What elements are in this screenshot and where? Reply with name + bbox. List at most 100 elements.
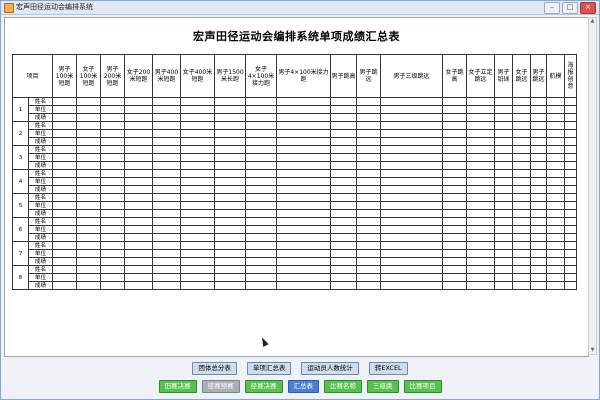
table-cell[interactable] bbox=[494, 97, 514, 106]
table-cell[interactable] bbox=[546, 201, 566, 210]
table-cell[interactable] bbox=[100, 177, 126, 186]
table-cell[interactable] bbox=[214, 113, 247, 122]
table-cell[interactable] bbox=[564, 193, 578, 202]
table-cell[interactable] bbox=[442, 97, 468, 106]
table-cell[interactable] bbox=[76, 209, 102, 218]
table-cell[interactable] bbox=[466, 257, 496, 266]
table-cell[interactable] bbox=[180, 249, 216, 258]
table-cell[interactable] bbox=[276, 185, 332, 194]
table-cell[interactable] bbox=[442, 241, 468, 250]
table-cell[interactable] bbox=[564, 121, 578, 130]
table-cell[interactable] bbox=[52, 273, 78, 282]
table-cell[interactable] bbox=[276, 113, 332, 122]
table-cell[interactable] bbox=[52, 113, 78, 122]
table-cell[interactable] bbox=[276, 129, 332, 138]
table-cell[interactable] bbox=[76, 249, 102, 258]
table-cell[interactable] bbox=[530, 177, 548, 186]
table-cell[interactable] bbox=[76, 129, 102, 138]
table-cell[interactable] bbox=[530, 169, 548, 178]
table-cell[interactable] bbox=[76, 137, 102, 146]
table-cell[interactable] bbox=[276, 273, 332, 282]
table-cell[interactable] bbox=[530, 241, 548, 250]
table-cell[interactable] bbox=[214, 217, 247, 226]
table-cell[interactable] bbox=[180, 169, 216, 178]
table-cell[interactable] bbox=[152, 113, 182, 122]
table-cell[interactable] bbox=[214, 265, 247, 274]
table-cell[interactable] bbox=[512, 129, 532, 138]
table-cell[interactable] bbox=[512, 249, 532, 258]
table-cell[interactable] bbox=[100, 257, 126, 266]
table-cell[interactable] bbox=[380, 249, 444, 258]
table-cell[interactable] bbox=[124, 177, 154, 186]
table-cell[interactable] bbox=[530, 249, 548, 258]
table-cell[interactable] bbox=[564, 129, 578, 138]
table-cell[interactable] bbox=[356, 145, 382, 154]
table-cell[interactable] bbox=[214, 249, 247, 258]
table-cell[interactable] bbox=[546, 225, 566, 234]
table-cell[interactable] bbox=[214, 137, 247, 146]
table-cell[interactable] bbox=[494, 273, 514, 282]
table-cell[interactable] bbox=[530, 217, 548, 226]
table-cell[interactable] bbox=[466, 121, 496, 130]
table-cell[interactable] bbox=[124, 153, 154, 162]
field-final-button[interactable]: 田赛决赛 bbox=[158, 380, 197, 393]
table-cell[interactable] bbox=[330, 193, 358, 202]
table-cell[interactable] bbox=[546, 121, 566, 130]
table-cell[interactable] bbox=[546, 233, 566, 242]
table-cell[interactable] bbox=[52, 193, 78, 202]
table-cell[interactable] bbox=[564, 281, 578, 290]
table-cell[interactable] bbox=[52, 105, 78, 114]
table-cell[interactable] bbox=[530, 161, 548, 170]
table-cell[interactable] bbox=[380, 129, 444, 138]
table-cell[interactable] bbox=[52, 225, 78, 234]
table-cell[interactable] bbox=[330, 145, 358, 154]
table-cell[interactable] bbox=[512, 169, 532, 178]
table-cell[interactable] bbox=[442, 265, 468, 274]
table-cell[interactable] bbox=[546, 273, 566, 282]
table-cell[interactable] bbox=[442, 121, 468, 130]
table-cell[interactable] bbox=[564, 241, 578, 250]
table-cell[interactable] bbox=[245, 161, 278, 170]
table-cell[interactable] bbox=[494, 241, 514, 250]
table-cell[interactable] bbox=[466, 145, 496, 154]
table-cell[interactable] bbox=[180, 193, 216, 202]
table-cell[interactable] bbox=[442, 209, 468, 218]
table-cell[interactable] bbox=[100, 161, 126, 170]
table-cell[interactable] bbox=[124, 257, 154, 266]
table-cell[interactable] bbox=[76, 257, 102, 266]
table-cell[interactable] bbox=[276, 161, 332, 170]
table-cell[interactable] bbox=[442, 161, 468, 170]
table-cell[interactable] bbox=[276, 201, 332, 210]
table-cell[interactable] bbox=[124, 209, 154, 218]
table-cell[interactable] bbox=[494, 193, 514, 202]
table-cell[interactable] bbox=[152, 209, 182, 218]
table-cell[interactable] bbox=[100, 217, 126, 226]
table-cell[interactable] bbox=[512, 177, 532, 186]
table-cell[interactable] bbox=[546, 97, 566, 106]
table-cell[interactable] bbox=[466, 233, 496, 242]
table-cell[interactable] bbox=[512, 105, 532, 114]
table-cell[interactable] bbox=[180, 217, 216, 226]
table-cell[interactable] bbox=[152, 185, 182, 194]
table-cell[interactable] bbox=[214, 161, 247, 170]
table-cell[interactable] bbox=[512, 121, 532, 130]
table-cell[interactable] bbox=[356, 161, 382, 170]
table-cell[interactable] bbox=[512, 185, 532, 194]
table-cell[interactable] bbox=[512, 113, 532, 122]
table-cell[interactable] bbox=[546, 185, 566, 194]
table-cell[interactable] bbox=[214, 145, 247, 154]
table-cell[interactable] bbox=[356, 113, 382, 122]
table-cell[interactable] bbox=[356, 281, 382, 290]
table-cell[interactable] bbox=[100, 273, 126, 282]
table-cell[interactable] bbox=[152, 137, 182, 146]
table-cell[interactable] bbox=[356, 153, 382, 162]
table-cell[interactable] bbox=[124, 201, 154, 210]
table-cell[interactable] bbox=[100, 249, 126, 258]
table-cell[interactable] bbox=[494, 113, 514, 122]
table-cell[interactable] bbox=[564, 209, 578, 218]
table-cell[interactable] bbox=[245, 249, 278, 258]
table-cell[interactable] bbox=[100, 209, 126, 218]
table-cell[interactable] bbox=[546, 257, 566, 266]
table-cell[interactable] bbox=[442, 105, 468, 114]
table-cell[interactable] bbox=[380, 137, 444, 146]
